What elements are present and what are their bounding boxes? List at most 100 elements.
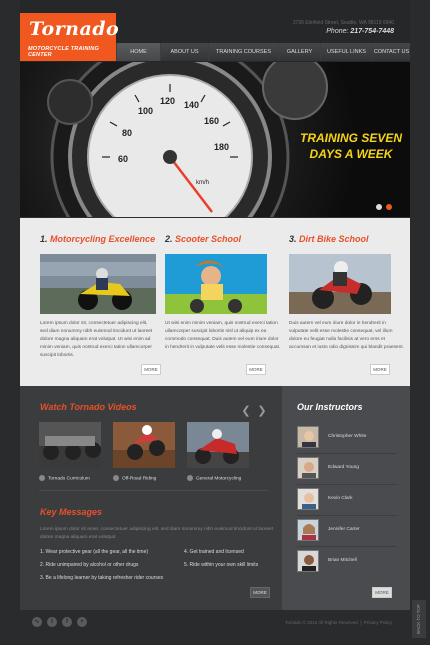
copyright: Tornado © 2012 All Rights Reserved | Pri… (285, 620, 392, 625)
scooter-rider-image[interactable] (165, 254, 281, 314)
instructor-item[interactable]: Brian Mitchell (297, 550, 407, 572)
video-thumbnail[interactable] (187, 422, 249, 468)
hero-tagline: TRAINING SEVEN DAYS A WEEK (300, 130, 402, 162)
logo-subtitle: MOTORCYCLE TRAINING CENTER (28, 46, 99, 58)
divider (297, 484, 397, 485)
key-messages-title: Key Messages (40, 507, 103, 517)
slider-dot[interactable] (376, 204, 382, 210)
divider (297, 546, 397, 547)
avatar[interactable] (297, 550, 319, 572)
next-arrow-icon[interactable]: ❯ (256, 404, 268, 418)
avatar[interactable] (297, 488, 319, 510)
video-item[interactable]: Off-Road Riding (113, 422, 175, 481)
footer: ∿ t f + Tornado © 2012 All Rights Reserv… (20, 610, 410, 645)
video-item[interactable]: Tornado Curriculum (39, 422, 101, 481)
video-caption[interactable]: General Motorcycling (187, 475, 259, 481)
video-caption-text: Tornado Curriculum (48, 476, 90, 482)
more-button[interactable]: MORE (372, 587, 392, 598)
instructor-item[interactable]: Kevin Clark (297, 488, 407, 510)
feature-number: 1. (40, 234, 48, 244)
divider (297, 453, 397, 454)
dirt-bike-image[interactable] (289, 254, 405, 314)
videos-title: Watch Tornado Videos (40, 402, 137, 412)
logo[interactable]: Tornado MOTORCYCLE TRAINING CENTER (20, 13, 120, 61)
privacy-link[interactable]: Privacy Policy (364, 620, 392, 625)
video-item[interactable]: General Motorcycling (187, 422, 249, 481)
feature-title-text: Scooter School (175, 234, 242, 244)
play-icon (187, 475, 193, 481)
divider (297, 515, 397, 516)
features-section: 1. Motorcycling Excellence Lorem ipsum d… (20, 218, 410, 386)
hero-tagline-line1: TRAINING SEVEN (300, 131, 403, 145)
rss-icon[interactable]: ∿ (32, 617, 42, 627)
instructor-name[interactable]: Edward Young (328, 465, 359, 470)
video-thumbnail[interactable] (39, 422, 101, 468)
feature-text: Duis autem vel eum iriure dolor in hendr… (289, 321, 404, 350)
twitter-icon[interactable]: t (47, 617, 57, 627)
instructor-item[interactable]: Jennifer Carter (297, 519, 407, 541)
logo-title: Tornado (29, 18, 120, 40)
key-messages-intro: Lorem ipsum dolor sit amet, consectetuer… (40, 527, 274, 540)
facebook-icon[interactable]: f (62, 617, 72, 627)
gauge-number: 80 (122, 128, 133, 138)
avatar[interactable] (297, 519, 319, 541)
feature-title-text: Dirt Bike School (299, 234, 369, 244)
phone-number: 217-754-7448 (350, 28, 394, 35)
more-button[interactable]: MORE (250, 587, 270, 598)
nav-useful-links[interactable]: Useful links (320, 43, 372, 61)
feature-text: Lorem ipsum dolor sit, consectetuer adip… (40, 321, 153, 358)
feature-title[interactable]: 2. Scooter School (165, 234, 241, 244)
key-message-item: 1. Wear protective gear (all the gear, a… (40, 549, 149, 555)
hero-slider[interactable]: 60 80 100 120 140 160 180 km/h TRAINING … (20, 62, 410, 217)
back-to-top-button[interactable]: BACK TO TOP (412, 600, 426, 638)
play-icon (39, 475, 45, 481)
main-nav: Home About us Training courses Gallery U… (116, 43, 410, 61)
nav-contact-us[interactable]: Contact us (372, 43, 410, 61)
nav-about-us[interactable]: About us (160, 43, 208, 61)
feature-title[interactable]: 1. Motorcycling Excellence (40, 234, 155, 244)
instructor-name[interactable]: Kevin Clark (328, 496, 353, 501)
avatar[interactable] (297, 457, 319, 479)
divider (39, 490, 269, 491)
instructor-name[interactable]: Christopher White (328, 434, 366, 439)
key-message-item: 4. Get trained and licensed (184, 549, 244, 555)
key-message-item: 2. Ride unimpaired by alcohol or other d… (40, 562, 139, 568)
gauge-number: 140 (184, 100, 200, 110)
plus-icon[interactable]: + (77, 617, 87, 627)
gauge-number: 100 (138, 106, 154, 116)
nav-home[interactable]: Home (116, 43, 160, 61)
video-thumbnail[interactable] (113, 422, 175, 468)
hero-tagline-line2: DAYS A WEEK (309, 147, 393, 161)
phone: Phone: 217-754-7448 (326, 28, 394, 35)
prev-arrow-icon[interactable]: ❮ (240, 404, 252, 418)
feature-title[interactable]: 3. Dirt Bike School (289, 234, 369, 244)
more-button[interactable]: MORE (246, 364, 266, 375)
feature-text: Ut wisi enim minim veniam, quis nostrud … (165, 321, 281, 350)
instructor-item[interactable]: Christopher White (297, 426, 407, 448)
motorcycle-rider-image[interactable] (40, 254, 156, 314)
address: 2736 Elmfield Street, Seattle, WA 98119 … (292, 20, 394, 26)
more-button[interactable]: MORE (370, 364, 390, 375)
phone-label: Phone: (326, 28, 349, 35)
play-icon (113, 475, 119, 481)
key-message-item: 5. Ride within your own skill limits (184, 562, 259, 568)
nav-training-courses[interactable]: Training courses (208, 43, 278, 61)
instructor-name[interactable]: Jennifer Carter (328, 527, 360, 532)
slider-dot-active[interactable] (386, 204, 392, 210)
gauge-number: 120 (160, 96, 176, 106)
key-message-item: 3. Be a lifelong learner by taking refre… (40, 575, 164, 581)
video-caption-text: General Motorcycling (196, 476, 242, 482)
gauge-number: 180 (214, 142, 230, 152)
video-caption[interactable]: Off-Road Riding (113, 475, 185, 481)
video-caption[interactable]: Tornado Curriculum (39, 475, 111, 481)
instructors-title: Our Instructors (297, 402, 363, 412)
gauge-unit: km/h (196, 180, 210, 186)
nav-gallery[interactable]: Gallery (278, 43, 320, 61)
instructors-panel: Our Instructors Christopher White Edward… (282, 386, 410, 610)
instructor-name[interactable]: Brian Mitchell (328, 558, 357, 563)
instructor-item[interactable]: Edward Young (297, 457, 407, 479)
feature-number: 2. (165, 234, 173, 244)
more-button[interactable]: MORE (141, 364, 161, 375)
feature-number: 3. (289, 234, 297, 244)
avatar[interactable] (297, 426, 319, 448)
